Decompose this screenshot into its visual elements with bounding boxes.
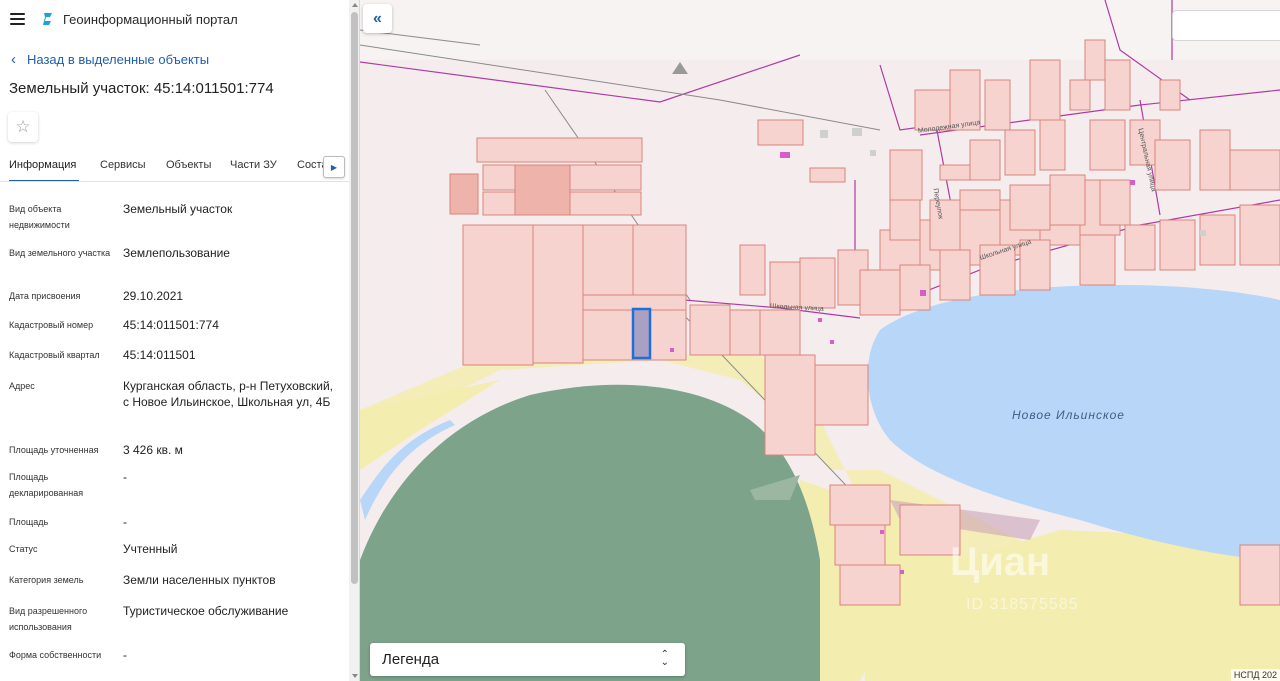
- property-value: Землепользование: [123, 246, 230, 260]
- menu-icon[interactable]: [10, 13, 25, 25]
- watermark-id: ID 318575585: [966, 596, 1079, 613]
- property-label: Вид разрешенного использования: [9, 606, 88, 632]
- star-icon: ☆: [15, 117, 31, 136]
- property-value: 45:14:011501: [123, 348, 196, 362]
- property-label: Дата присвоения: [9, 291, 81, 301]
- property-value: -: [123, 515, 127, 529]
- caret-right-icon: ▶: [330, 162, 338, 172]
- updown-chevron-icon: ⌃ ⌄: [660, 649, 669, 668]
- tab-parcel-parts[interactable]: Части ЗУ: [230, 152, 282, 182]
- sidebar-scrollbar[interactable]: [349, 0, 359, 681]
- selected-parcel[interactable]: [631, 307, 652, 360]
- legend-label: Легенда: [382, 651, 440, 668]
- back-to-selected-link[interactable]: ‹ Назад в выделенные объекты: [0, 48, 359, 70]
- tabs-scroll-right-button[interactable]: ▶: [323, 156, 345, 178]
- tab-services[interactable]: Сервисы: [100, 152, 150, 182]
- scroll-up-icon[interactable]: [352, 3, 358, 7]
- property-label: Кадастровый номер: [9, 320, 94, 330]
- property-label: Вид земельного участка: [9, 248, 111, 258]
- map-search-box[interactable]: [1172, 10, 1280, 41]
- tab-information[interactable]: Информация: [9, 152, 79, 182]
- double-chevron-left-icon: «: [373, 9, 382, 27]
- back-link-label: Назад в выделенные объекты: [27, 51, 210, 67]
- property-value: 29.10.2021: [123, 289, 184, 303]
- property-label: Адрес: [9, 381, 35, 391]
- property-value: Учтенный: [123, 542, 178, 556]
- property-value: Туристическое обслуживание: [123, 604, 289, 618]
- property-value: Курганская область, р-н Петуховский, с Н…: [123, 379, 333, 409]
- property-label: Площадь уточненная: [9, 445, 99, 455]
- property-label: Вид объекта недвижимости: [9, 204, 70, 230]
- property-value: -: [123, 648, 127, 662]
- property-value: -: [123, 470, 127, 484]
- chevron-left-icon: ‹: [11, 50, 16, 68]
- map-view[interactable]: Молодежная улица Центральная улица Школь…: [360, 0, 1280, 681]
- property-value: Земли населенных пунктов: [123, 573, 276, 587]
- property-label: Статус: [9, 544, 38, 554]
- tabs-divider: [0, 181, 349, 182]
- object-title: Земельный участок: 45:14:011501:774: [9, 80, 274, 97]
- lake-label: Новое Ильинское: [1012, 408, 1125, 422]
- legend-selector[interactable]: Легенда ⌃ ⌄: [370, 643, 685, 676]
- favorite-star-button[interactable]: ☆: [8, 112, 38, 142]
- scrollbar-thumb[interactable]: [351, 12, 358, 584]
- scroll-down-icon[interactable]: [352, 674, 358, 678]
- map-canvas: [360, 0, 1280, 681]
- property-label: Кадастровый квартал: [9, 350, 100, 360]
- app-title: Геоинформационный портал: [63, 11, 238, 27]
- property-label: Площадь декларированная: [9, 472, 84, 498]
- property-label: Категория земель: [9, 575, 84, 585]
- object-tabs: Информация Сервисы Объекты Части ЗУ Сост…: [0, 152, 349, 182]
- property-value: Земельный участок: [123, 202, 233, 216]
- map-copyright: НСПД 202: [1230, 669, 1280, 681]
- property-value: 45:14:011501:774: [123, 318, 219, 332]
- property-label: Форма собственности: [9, 650, 102, 660]
- watermark-logo: Циан: [950, 540, 1051, 584]
- property-label: Площадь: [9, 517, 49, 527]
- tab-objects[interactable]: Объекты: [166, 152, 216, 182]
- portal-logo-icon: [43, 13, 52, 25]
- app-window: Геоинформационный портал ‹ Назад в выдел…: [0, 0, 1280, 681]
- property-value: 3 426 кв. м: [123, 443, 183, 457]
- sidebar-panel: Геоинформационный портал ‹ Назад в выдел…: [0, 0, 360, 681]
- collapse-sidebar-button[interactable]: «: [363, 4, 392, 33]
- top-bar: Геоинформационный портал: [0, 0, 359, 38]
